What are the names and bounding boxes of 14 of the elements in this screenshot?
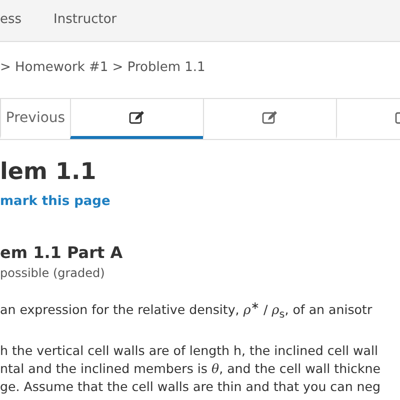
question-text: h the vertical cell walls are of length h, the inclined cell wall [0, 342, 380, 360]
bookmark-link[interactable]: mark this page [0, 194, 110, 209]
points-label: possible (graded) [0, 266, 106, 280]
breadcrumb: > Homework #1 > Problem 1.1 [0, 60, 206, 75]
edit-icon [262, 110, 278, 124]
part-title: em 1.1 Part A [0, 243, 124, 263]
edit-icon [129, 110, 145, 124]
question-text: ntal and the inclined members is θ, and the cell wall thickne [0, 360, 382, 378]
question-text: an expression for the relative density, ρ$^{∗}$ / ρ$_{s}$, of an anisotr [0, 299, 374, 323]
nav-link[interactable]: ess [0, 12, 22, 27]
problem-title: lem 1.1 [0, 158, 98, 186]
nav-link[interactable]: Instructor [54, 12, 117, 27]
unit-tab[interactable] [70, 99, 203, 139]
question-text: ge. Assume that the cell walls are thin and that you can neg [0, 378, 382, 396]
